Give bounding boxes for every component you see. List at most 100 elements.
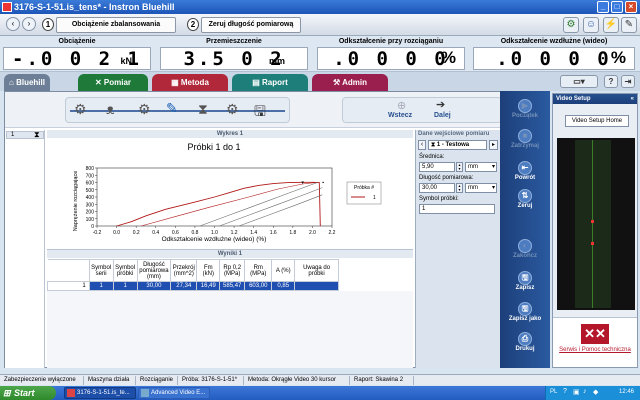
start-button[interactable]: ⊞ Start <box>0 386 56 400</box>
service-link[interactable]: Serwis i Pomoc techniczna <box>557 347 633 353</box>
collapse-icon[interactable]: « <box>631 94 634 104</box>
return-button[interactable]: ⇤ Powrót <box>500 161 550 181</box>
task-video[interactable]: Advanced Video E... <box>138 387 210 399</box>
zero-icon: ⇅ <box>518 189 532 203</box>
table-cell: 27,34 <box>170 281 198 291</box>
tab-metoda[interactable]: ▦ Metoda <box>152 74 228 91</box>
grip-icon[interactable]: ⚙ <box>138 101 151 118</box>
specimen-icon[interactable]: ⚙ <box>74 101 87 118</box>
zero-button[interactable]: ⇅ Zeruj <box>500 189 550 209</box>
help-icon[interactable]: ? <box>604 75 618 88</box>
column-header[interactable]: Rm (MPa) <box>244 259 273 282</box>
prepare-icon[interactable]: ᴥ <box>106 101 115 117</box>
return-icon: ⇤ <box>518 161 532 175</box>
column-header[interactable]: Uwaga do próbki <box>294 259 339 282</box>
admin-icon: ⚒ <box>333 78 343 87</box>
stop-button[interactable]: ■ Zatrzymaj <box>500 129 550 149</box>
tab-admin[interactable]: ⚒ Admin <box>312 74 388 91</box>
exit-icon[interactable]: ⇥ <box>621 75 635 88</box>
results-empty-area <box>47 291 413 368</box>
save-disk-icon[interactable]: 🖫 <box>254 101 266 125</box>
finish-button[interactable]: ◐ Zakończ <box>500 239 550 259</box>
chevron-down-icon: ▾ <box>491 185 495 191</box>
task-bluehill[interactable]: 3176-S-1-51.is_te... <box>64 387 136 399</box>
machine-icon[interactable]: ⚙ <box>563 17 579 33</box>
results-panel: Wyniki 1 Symbol serii Symbol próbki Dług… <box>47 249 413 368</box>
column-header[interactable]: A (%) <box>271 259 296 282</box>
displacement-readout[interactable]: Przemieszczenie 3.5 0 2 mm <box>160 38 308 71</box>
maximize-button[interactable]: □ <box>611 1 623 13</box>
load-readout[interactable]: Obciążenie -.0 0 2 1 kN <box>3 38 151 71</box>
table-row[interactable]: 1 1 1 30,00 27,34 16,49 585,47 603,00 0,… <box>47 281 339 291</box>
tab-raport[interactable]: ▤ Raport <box>232 74 308 91</box>
back-arrow-icon[interactable]: ‹ <box>6 17 20 31</box>
break-marker-icon: ▪ <box>322 180 324 186</box>
diameter-input[interactable]: 5,90 <box>419 162 455 172</box>
language-indicator[interactable]: PL <box>550 389 557 395</box>
status-mode: Rozciąganie <box>138 376 178 385</box>
play-icon: ▶ <box>518 99 532 113</box>
readout-label: Obciążenie <box>58 38 96 45</box>
save-icon: 🖫 <box>518 271 532 285</box>
settings-icon[interactable]: ✎ <box>621 17 637 33</box>
forward-arrow-icon[interactable]: › <box>22 17 36 31</box>
tensile-strain-readout[interactable]: Odkształcenie przy rozciąganiu .0 0 0 0% <box>317 38 465 71</box>
x-tick-label: 0.4 <box>152 230 159 236</box>
symbol-input[interactable]: 1 <box>419 204 495 214</box>
user-icon[interactable]: ☺ <box>583 17 599 33</box>
readout-label: Odkształcenie przy rozciąganiu <box>338 38 444 45</box>
network-icon[interactable]: ⚡ <box>603 17 619 33</box>
next-button[interactable]: Dalej <box>434 112 451 119</box>
status-security: Zabezpieczenie wyłączone <box>2 376 84 385</box>
print-button[interactable]: ⎙ Drukuj <box>500 332 550 352</box>
video-strain-readout[interactable]: Odkształcenie wzdłużne (wideo) .0 0 0 0% <box>473 38 635 71</box>
back-button[interactable]: Wstecz <box>388 112 412 119</box>
video-frame[interactable] <box>557 138 635 310</box>
column-header[interactable]: Rp 0,2 (MPa) <box>219 259 246 282</box>
zero-gauge-button[interactable]: Zeruj długość pomiarową <box>201 17 301 33</box>
service-panel[interactable]: ✕✕ Serwis i Pomoc techniczna <box>553 317 637 367</box>
view-options-button[interactable]: ▭▾ <box>560 75 598 88</box>
diameter-unit-select[interactable]: mm ▾ <box>465 162 497 172</box>
video-setup-home-button[interactable]: Video Setup Home <box>565 115 629 127</box>
gauge-length-input[interactable]: 30,00 <box>419 183 455 193</box>
column-header[interactable]: Symbol próbki <box>112 259 138 282</box>
volume-tray-icon[interactable]: ♪ <box>583 388 587 395</box>
results-title: Wyniki 1 <box>47 250 413 258</box>
specimen-list-row[interactable]: 1 <box>11 132 14 138</box>
x-tick-label: -0.2 <box>93 230 102 236</box>
column-header[interactable]: Fm (kN) <box>196 259 221 282</box>
column-header[interactable]: Symbol serii <box>88 259 114 282</box>
y-tick-label: 700 <box>86 173 95 179</box>
readout-unit: % <box>440 48 456 67</box>
network-tray-icon[interactable]: ▣ <box>573 388 580 396</box>
y-tick-label: 200 <box>86 210 95 216</box>
tab-pomiar[interactable]: ✕ Pomiar <box>78 74 148 91</box>
x-tick-label: 0.2 <box>133 230 140 236</box>
gauge-unit-select[interactable]: mm ▾ <box>465 183 497 193</box>
column-header[interactable]: Długość pomiarowa (mm) <box>136 259 172 282</box>
stress-strain-chart[interactable]: Próbki 1 do 10100200300400500600700800-0… <box>47 138 413 247</box>
prev-specimen-button[interactable]: ‹ <box>418 140 426 150</box>
save-button[interactable]: 🖫 Zapisz <box>500 271 550 291</box>
diameter-spinner[interactable]: ▴ ▾ <box>456 162 463 172</box>
help-tray-icon[interactable]: ? <box>563 388 567 395</box>
hourglass-icon[interactable]: ⧗ <box>198 101 208 118</box>
test-running-icon[interactable]: ✎ <box>166 100 178 117</box>
shield-tray-icon[interactable]: ◆ <box>593 388 598 396</box>
specimen-selector[interactable]: ⧗ 1 - Testowa <box>428 140 487 150</box>
minimize-button[interactable]: _ <box>597 1 609 13</box>
start-button[interactable]: ▶ Początek <box>500 99 550 119</box>
gauge-length-spinner[interactable]: ▴ ▾ <box>456 183 463 193</box>
close-button[interactable]: × <box>625 1 637 13</box>
next-specimen-button[interactable]: ▸ <box>489 140 498 150</box>
column-header[interactable]: Przekrój (mm^2) <box>170 259 198 282</box>
x-tick-label: 2.0 <box>309 230 316 236</box>
save-as-button[interactable]: 🖫 Zapisz jako <box>500 302 550 322</box>
save-as-icon: 🖫 <box>518 302 532 316</box>
remove-icon[interactable]: ⚙ <box>226 101 239 118</box>
tab-bluehill[interactable]: ⌂ Bluehill <box>4 74 50 91</box>
balance-load-button[interactable]: Obciążenie zbalansowania <box>56 17 176 33</box>
service-logo-icon: ✕✕ <box>581 324 609 344</box>
legend-title: Próbka # <box>354 185 374 191</box>
